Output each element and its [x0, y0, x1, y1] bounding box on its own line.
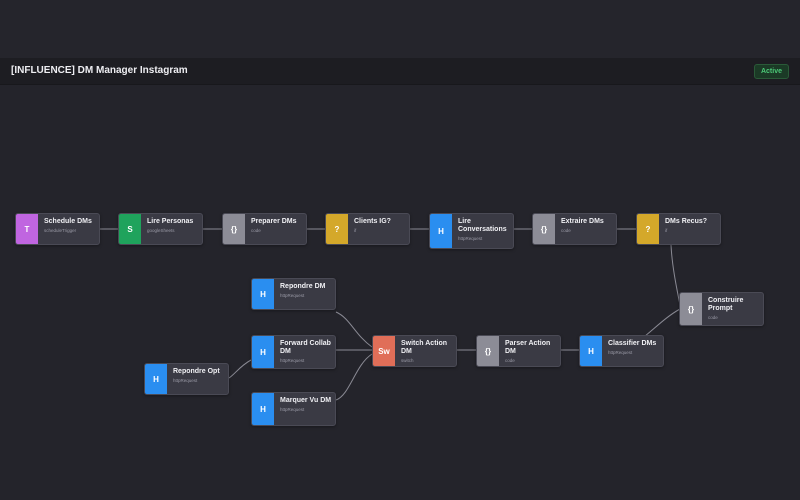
node-type-label: code	[561, 228, 571, 233]
node-label: Repondre DM	[280, 283, 326, 290]
status-badge[interactable]: Active	[753, 64, 789, 79]
node-clients[interactable]: ? Clients IG? if	[325, 213, 410, 245]
node-type-label: code	[251, 228, 261, 233]
node-type-label: httpRequest	[280, 358, 305, 363]
node-preparer[interactable]: {} Preparer DMs code	[222, 213, 307, 245]
node-repondre[interactable]: H Repondre DM httpRequest	[251, 278, 336, 310]
node-type-icon: H	[252, 393, 274, 425]
node-label: Lire Conversations	[458, 218, 507, 233]
node-switch[interactable]: Sw Switch Action DM switch	[372, 335, 457, 367]
node-type-icon: ?	[326, 214, 348, 244]
node-label: Forward Collab DM	[280, 340, 331, 355]
node-type-icon: H	[145, 364, 167, 394]
node-type-icon: H	[252, 336, 274, 368]
node-label: Schedule DMs	[44, 218, 92, 225]
node-type-icon: Sw	[373, 336, 395, 366]
node-label: Lire Personas	[147, 218, 194, 225]
node-label: Construire Prompt	[708, 297, 744, 312]
node-label: DMs Recus?	[665, 218, 708, 225]
node-type-icon: S	[119, 214, 141, 244]
node-type-label: httpRequest	[458, 236, 483, 241]
node-type-label: if	[354, 228, 357, 233]
node-type-label: scheduleTrigger	[44, 228, 77, 233]
node-type-label: code	[505, 358, 515, 363]
node-marquer[interactable]: H Marquer Vu DM httpRequest	[251, 392, 336, 426]
node-forward[interactable]: H Forward Collab DM httpRequest	[251, 335, 336, 369]
node-type-icon: {}	[223, 214, 245, 244]
node-type-label: httpRequest	[608, 350, 633, 355]
node-label: Clients IG?	[354, 218, 391, 225]
node-label: Parser Action DM	[505, 340, 551, 355]
node-type-icon: T	[16, 214, 38, 244]
node-repondreopt[interactable]: H Repondre Opt httpRequest	[144, 363, 229, 395]
node-schedule[interactable]: T Schedule DMs scheduleTrigger	[15, 213, 100, 245]
node-type-icon: ?	[637, 214, 659, 244]
node-recus[interactable]: ? DMs Recus? if	[636, 213, 721, 245]
node-label: Switch Action DM	[401, 340, 448, 355]
node-label: Classifier DMs	[608, 340, 657, 347]
node-type-icon: {}	[533, 214, 555, 244]
node-type-icon: {}	[477, 336, 499, 366]
node-type-icon: {}	[680, 293, 702, 325]
node-personas[interactable]: S Lire Personas googleSheets	[118, 213, 203, 245]
node-parser[interactable]: {} Parser Action DM code	[476, 335, 561, 367]
node-type-label: httpRequest	[280, 293, 305, 298]
node-type-label: httpRequest	[280, 407, 305, 412]
node-classifier[interactable]: H Classifier DMs httpRequest	[579, 335, 664, 367]
node-type-label: code	[708, 315, 718, 320]
node-label: Marquer Vu DM	[280, 397, 332, 404]
node-type-label: httpRequest	[173, 378, 198, 383]
node-lireconv[interactable]: H Lire Conversations httpRequest	[429, 213, 514, 249]
workflow-title-bar: [INFLUENCE] DM Manager Instagram Active	[0, 58, 800, 85]
top-bar	[0, 0, 800, 58]
workflow-title: [INFLUENCE] DM Manager Instagram	[11, 65, 188, 76]
node-type-icon: H	[430, 214, 452, 248]
node-extraire[interactable]: {} Extraire DMs code	[532, 213, 617, 245]
node-label: Repondre Opt	[173, 368, 220, 375]
node-type-label: if	[665, 228, 668, 233]
node-construire[interactable]: {} Construire Prompt code	[679, 292, 764, 326]
node-type-icon: H	[252, 279, 274, 309]
node-label: Extraire DMs	[561, 218, 604, 225]
node-type-label: googleSheets	[147, 228, 175, 233]
node-label: Preparer DMs	[251, 218, 297, 225]
node-type-label: switch	[401, 358, 414, 363]
node-type-icon: H	[580, 336, 602, 366]
